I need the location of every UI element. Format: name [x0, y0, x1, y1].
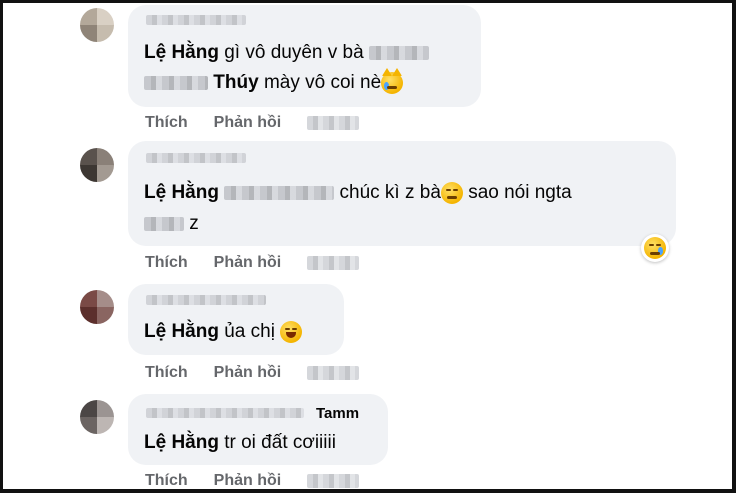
reply-button[interactable]: Phản hồi	[214, 114, 282, 131]
comment-bubble: Lệ Hằng gì vô duyên v bà Thúy mày vô coi…	[128, 5, 481, 107]
mention-name[interactable]: Lệ Hằng	[144, 432, 219, 453]
blurred-mention	[368, 45, 429, 60]
comment-text-line: Lệ Hằng chúc kì z bà sao nói ngta	[144, 181, 572, 205]
avatar[interactable]	[80, 8, 114, 42]
blurred-mention	[224, 185, 335, 200]
comment-text: chúc kì z bà	[339, 182, 441, 203]
mention-name[interactable]: Lệ Hằng	[144, 42, 219, 63]
avatar[interactable]	[80, 290, 114, 324]
comment-actions: Thích Phản hồi	[145, 114, 360, 132]
blurred-author-name	[146, 153, 246, 163]
comment-text-line: Lệ Hằng gì vô duyên v bà	[144, 41, 429, 65]
mention-name[interactable]: Lệ Hằng	[144, 321, 219, 342]
comment-actions: Thích Phản hồi	[145, 254, 360, 272]
like-button[interactable]: Thích	[145, 114, 188, 131]
author-name-suffix[interactable]: Tamm	[316, 405, 359, 422]
comment-text: gì vô duyên v bà	[224, 42, 364, 63]
blurred-timestamp	[307, 255, 360, 270]
like-button[interactable]: Thích	[145, 254, 188, 271]
laughing-face-emoji	[280, 320, 303, 343]
reply-button[interactable]: Phản hồi	[214, 364, 282, 381]
avatar[interactable]	[80, 400, 114, 434]
comment-text-line: Lệ Hằng tr oi đất cơiiiii	[144, 431, 336, 455]
comment-text: sao nói ngta	[468, 182, 572, 203]
blurred-mention	[144, 75, 208, 90]
blurred-author-name	[146, 295, 266, 305]
comment-text-line: Lệ Hằng ủa chị	[144, 320, 303, 344]
comment-text: mày vô coi nè	[263, 72, 382, 93]
sad-reaction-icon[interactable]	[641, 234, 669, 262]
comment-actions: Thích Phản hồi	[145, 364, 360, 382]
reply-button[interactable]: Phản hồi	[214, 254, 282, 271]
like-button[interactable]: Thích	[145, 364, 188, 381]
mention-name[interactable]: Lệ Hằng	[144, 182, 219, 203]
blurred-mention	[144, 216, 184, 231]
blurred-timestamp	[307, 365, 360, 380]
sad-face-icon	[644, 237, 666, 259]
pensive-face-emoji	[440, 181, 463, 204]
like-button[interactable]: Thích	[145, 472, 188, 489]
reply-button[interactable]: Phản hồi	[214, 472, 282, 489]
comment-text-line: z	[144, 212, 199, 236]
blurred-author-name	[146, 15, 246, 25]
blurred-author-name	[146, 408, 304, 418]
comment-actions: Thích Phản hồi	[145, 472, 360, 490]
comment-text: z	[189, 213, 199, 234]
comment-text: ủa chị	[224, 321, 275, 342]
comment-bubble: Lệ Hằng chúc kì z bà sao nói ngta z	[128, 141, 676, 246]
avatar[interactable]	[80, 148, 114, 182]
comment-text: tr oi đất cơiiiii	[224, 432, 336, 453]
comment-text-line: Thúy mày vô coi nè	[144, 67, 404, 95]
crying-cat-emoji	[381, 67, 404, 94]
blurred-timestamp	[307, 115, 360, 130]
comment-bubble: Tamm Lệ Hằng tr oi đất cơiiiii	[128, 394, 388, 465]
mention-name[interactable]: Thúy	[213, 72, 258, 93]
comment-bubble: Lệ Hằng ủa chị	[128, 284, 344, 355]
blurred-timestamp	[307, 473, 360, 488]
